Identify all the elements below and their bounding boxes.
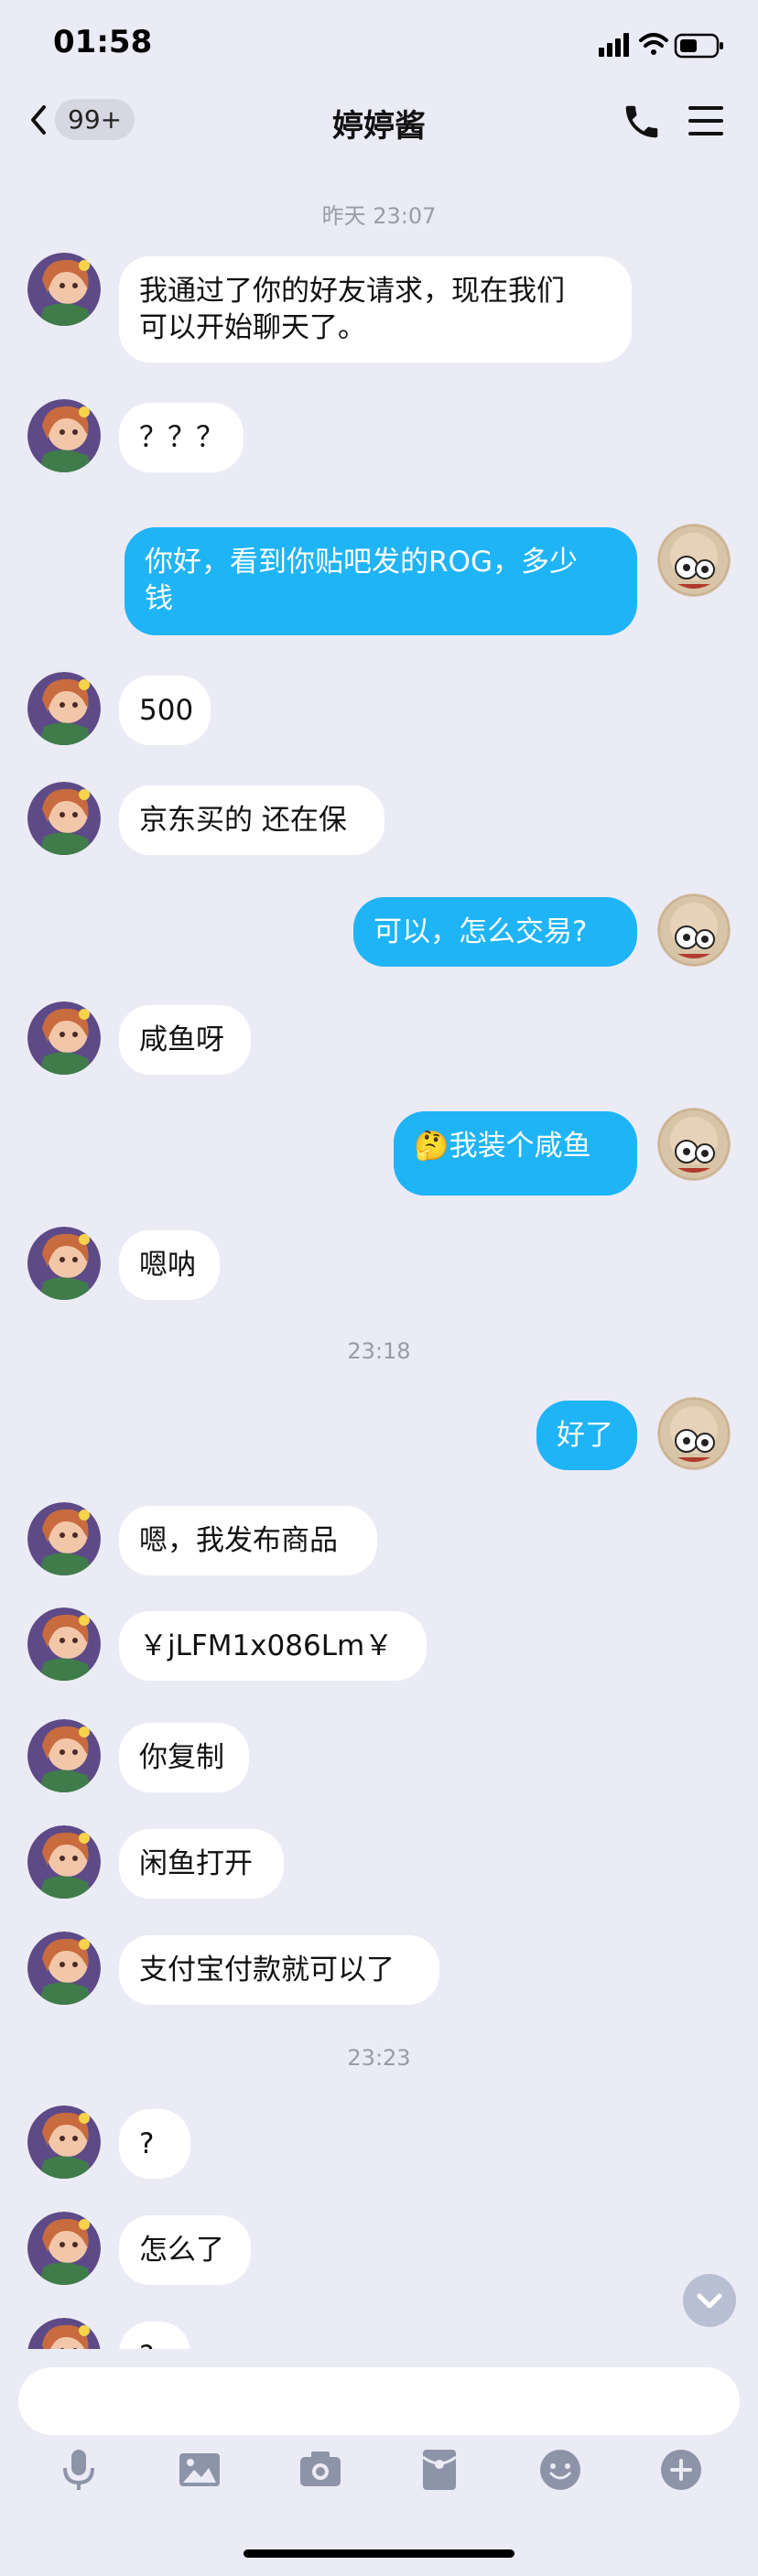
wifi-icon <box>639 33 668 55</box>
status-icons <box>599 29 727 62</box>
incoming-message-bubble[interactable]: ￥jLFM1x086Lm￥ <box>119 1611 427 1681</box>
chat-toolbar <box>0 2444 758 2508</box>
home-indicator <box>244 2549 514 2558</box>
red-packet-icon[interactable] <box>414 2444 465 2495</box>
message-text: 你复制 <box>139 1741 224 1774</box>
phone-icon[interactable] <box>621 101 663 146</box>
plus-icon[interactable] <box>655 2444 707 2495</box>
incoming-message-bubble[interactable]: 500 <box>119 676 211 745</box>
image-icon[interactable] <box>174 2444 225 2495</box>
chevron-down-icon <box>697 2293 722 2309</box>
incoming-message-bubble[interactable]: ? <box>119 2109 190 2179</box>
thinking-emoji-icon: 🤔 <box>414 1130 449 1163</box>
message-text: ？？？ <box>139 421 224 454</box>
battery-icon <box>674 33 723 59</box>
message-text: 嗯，我发布商品 <box>139 1524 338 1557</box>
emoji-icon[interactable] <box>535 2444 586 2495</box>
contact-avatar[interactable] <box>27 1825 101 1899</box>
chat-header: 99+ 婷婷酱 <box>0 82 758 163</box>
my-avatar[interactable] <box>657 1108 731 1181</box>
incoming-message-bubble[interactable]: 我通过了你的好友请求，现在我们 可以开始聊天了。 <box>119 256 632 363</box>
message-text: 我通过了你的好友请求，现在我们 可以开始聊天了。 <box>139 275 565 344</box>
message-text: 可以，怎么交易? <box>374 915 588 948</box>
my-avatar[interactable] <box>657 524 731 597</box>
scroll-down-button[interactable] <box>683 2274 736 2327</box>
incoming-message-bubble[interactable]: 你复制 <box>119 1723 249 1792</box>
contact-avatar[interactable] <box>27 2212 101 2285</box>
contact-avatar[interactable] <box>27 1932 101 2005</box>
timestamp: 23:18 <box>347 1338 411 1364</box>
incoming-message-bubble[interactable]: 闲鱼打开 <box>119 1829 284 1899</box>
incoming-message-bubble[interactable]: 嗯，我发布商品 <box>119 1506 377 1575</box>
contact-avatar[interactable] <box>27 1001 101 1075</box>
outgoing-message-bubble[interactable]: 你好，看到你贴吧发的ROG，多少 钱 <box>125 527 637 635</box>
message-text: 你好，看到你贴吧发的ROG，多少 钱 <box>145 546 578 615</box>
message-text: 咸鱼呀 <box>139 1023 224 1056</box>
my-avatar[interactable] <box>657 1397 731 1470</box>
message-text: 500 <box>139 694 194 727</box>
message-input[interactable] <box>18 2367 740 2435</box>
contact-avatar[interactable] <box>27 672 101 745</box>
incoming-message-bubble[interactable]: 怎么了 <box>119 2215 251 2285</box>
message-text: 嗯呐 <box>139 1249 196 1282</box>
timestamp: 23:23 <box>347 2045 411 2071</box>
message-text: 闲鱼打开 <box>139 1847 253 1880</box>
outgoing-message-bubble[interactable]: 可以，怎么交易? <box>353 897 637 967</box>
camera-icon[interactable] <box>295 2444 346 2495</box>
message-text: 支付宝付款就可以了 <box>139 1954 395 1986</box>
message-text: ￥jLFM1x086Lm￥ <box>139 1629 394 1662</box>
incoming-message-bubble[interactable]: 咸鱼呀 <box>119 1005 251 1075</box>
incoming-message-bubble[interactable]: 嗯呐 <box>119 1230 220 1300</box>
signal-icon <box>599 33 629 57</box>
contact-avatar[interactable] <box>27 1227 101 1300</box>
message-text: 京东买的 还在保 <box>139 804 347 837</box>
status-bar: 01:58 <box>0 0 758 82</box>
contact-avatar[interactable] <box>27 1502 101 1575</box>
incoming-message-bubble[interactable]: 京东买的 还在保 <box>119 785 384 855</box>
contact-avatar[interactable] <box>27 2105 101 2179</box>
contact-avatar[interactable] <box>27 1719 101 1792</box>
contact-avatar[interactable] <box>27 782 101 855</box>
message-text: 怎么了 <box>139 2234 224 2267</box>
outgoing-message-bubble[interactable]: 🤔我装个咸鱼 <box>394 1111 637 1196</box>
contact-avatar[interactable] <box>27 1607 101 1681</box>
outgoing-message-bubble[interactable]: 好了 <box>536 1401 637 1470</box>
contact-avatar[interactable] <box>27 399 101 472</box>
incoming-message-bubble[interactable]: ？？？ <box>119 403 244 472</box>
menu-icon[interactable] <box>687 103 725 143</box>
my-avatar[interactable] <box>657 893 731 967</box>
mic-icon[interactable] <box>53 2444 104 2495</box>
message-text: ? <box>139 2127 155 2160</box>
message-text: 我装个咸鱼 <box>449 1130 591 1163</box>
message-text: 好了 <box>557 1419 613 1452</box>
timestamp: 昨天 23:07 <box>321 203 437 229</box>
status-time: 01:58 <box>53 24 153 60</box>
contact-avatar[interactable] <box>27 253 101 326</box>
incoming-message-bubble[interactable]: 支付宝付款就可以了 <box>119 1935 439 2005</box>
